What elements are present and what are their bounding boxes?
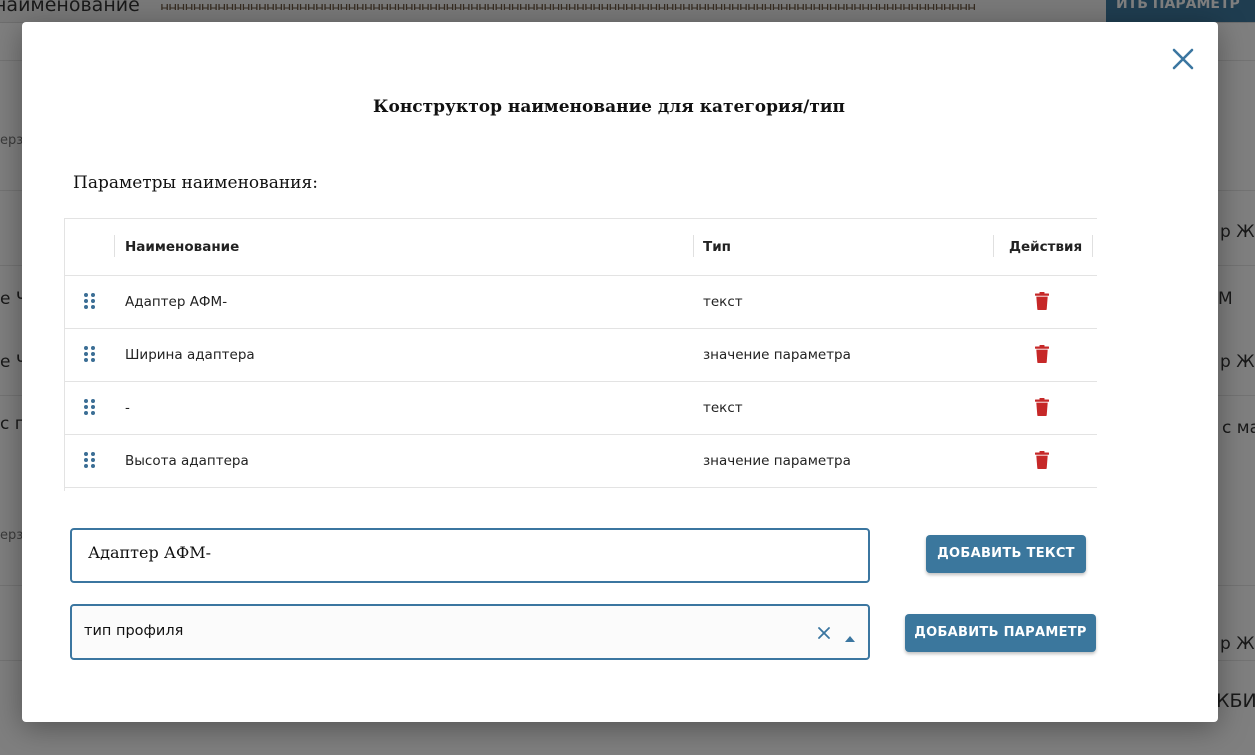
column-separator	[693, 235, 694, 257]
add-text-button[interactable]: ДОБАВИТЬ ТЕКСТ	[926, 535, 1086, 573]
delete-icon[interactable]	[1034, 398, 1050, 416]
row-name: Ширина адаптера	[125, 347, 255, 363]
row-type: значение параметра	[703, 453, 851, 469]
parameter-select[interactable]	[70, 604, 870, 660]
delete-icon[interactable]	[1034, 345, 1050, 363]
caret-up-icon[interactable]	[845, 628, 855, 642]
table-header: Наименование Тип Действия	[65, 219, 1097, 276]
dialog-title: Конструктор наименование для категория/т…	[373, 97, 845, 117]
column-header-type[interactable]: Тип	[703, 239, 731, 255]
table-body: Адаптер АФМ- текст Ширина адаптера значе…	[65, 276, 1097, 488]
add-parameter-button[interactable]: ДОБАВИТЬ ПАРАМЕТР	[905, 614, 1096, 652]
text-input[interactable]	[88, 543, 828, 562]
row-name: Адаптер АФМ-	[125, 294, 228, 310]
row-name: -	[125, 400, 130, 416]
drag-handle-icon[interactable]	[83, 345, 97, 363]
table-row: Высота адаптера значение параметра	[65, 435, 1097, 488]
column-header-actions: Действия	[1009, 239, 1083, 255]
drag-handle-icon[interactable]	[83, 451, 97, 469]
parameter-search-input[interactable]	[84, 623, 784, 639]
name-constructor-dialog: Конструктор наименование для категория/т…	[22, 22, 1218, 722]
delete-icon[interactable]	[1034, 451, 1050, 469]
table-row: Адаптер АФМ- текст	[65, 276, 1097, 329]
column-separator	[114, 235, 115, 257]
column-header-name[interactable]: Наименование	[125, 239, 239, 255]
row-name: Высота адаптера	[125, 453, 249, 469]
table-row: Ширина адаптера значение параметра	[65, 329, 1097, 382]
row-type: текст	[703, 294, 743, 310]
clear-icon[interactable]	[817, 625, 831, 639]
close-icon[interactable]	[1170, 46, 1196, 72]
delete-icon[interactable]	[1034, 292, 1050, 310]
row-type: значение параметра	[703, 347, 851, 363]
row-type: текст	[703, 400, 743, 416]
column-separator	[1092, 235, 1093, 257]
section-label: Параметры наименования:	[73, 173, 318, 193]
text-input-field[interactable]	[70, 528, 870, 583]
column-separator	[993, 235, 994, 257]
drag-handle-icon[interactable]	[83, 292, 97, 310]
drag-handle-icon[interactable]	[83, 398, 97, 416]
naming-parameters-table: Наименование Тип Действия Адаптер АФМ- т…	[64, 218, 1097, 491]
table-row: - текст	[65, 382, 1097, 435]
